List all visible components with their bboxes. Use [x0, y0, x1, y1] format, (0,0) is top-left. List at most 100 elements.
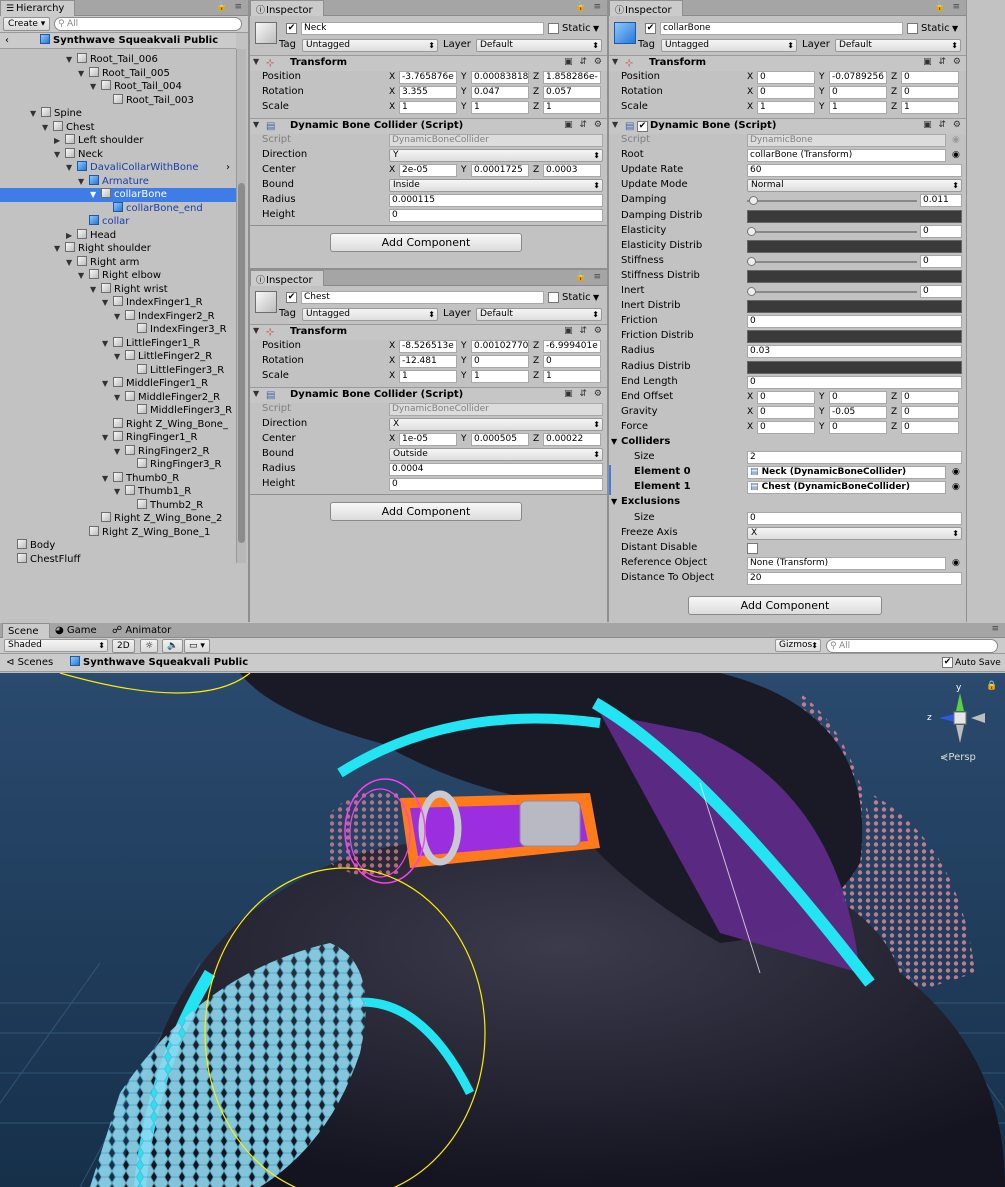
force-row-x-field[interactable]: 0: [757, 420, 815, 434]
elasticity-distrib-row-curve[interactable]: [747, 239, 962, 253]
height-field[interactable]: 0: [389, 209, 603, 222]
center-x-field[interactable]: 1e-05: [399, 433, 457, 446]
hierarchy-item[interactable]: Thumb2_R: [0, 498, 236, 513]
tab-game[interactable]: ◕ Game: [55, 623, 97, 638]
hierarchy-search-input[interactable]: ⚲ All: [54, 17, 242, 31]
foldout-open-icon[interactable]: ▼: [90, 80, 101, 94]
distance-row-field[interactable]: 20: [747, 571, 962, 585]
static-checkbox[interactable]: [548, 23, 559, 34]
exclusions-foldout-label[interactable]: Exclusions: [621, 495, 680, 509]
inert-row-field[interactable]: 0: [920, 285, 962, 298]
active-checkbox[interactable]: ✔: [286, 23, 297, 34]
gravity-row-y-field[interactable]: -0.05: [829, 405, 887, 419]
hierarchy-item[interactable]: Root_Tail_003: [0, 93, 236, 108]
foldout-open-icon[interactable]: ▼: [114, 391, 125, 405]
hierarchy-item[interactable]: ▼ RingFinger1_R: [0, 431, 236, 445]
radius-distrib-row-curve[interactable]: [747, 360, 962, 374]
slider-knob[interactable]: [747, 226, 756, 236]
reference-object-row-object-field[interactable]: None (Transform): [747, 556, 946, 570]
hierarchy-item[interactable]: ▼ Right arm: [0, 255, 236, 270]
transform-header[interactable]: ▼ ⊹ Transform ▣ ⇵ ⚙: [250, 324, 607, 340]
transform-header[interactable]: ▼ ⊹ Transform ▣ ⇵ ⚙: [609, 55, 966, 71]
collider-element-1-object-field[interactable]: ▤ Chest (DynamicBoneCollider): [747, 481, 946, 495]
hierarchy-item[interactable]: Body: [0, 539, 236, 553]
damping-distrib-row-curve[interactable]: [747, 209, 962, 223]
foldout-open-icon[interactable]: ▼: [253, 120, 264, 129]
shading-mode-dropdown[interactable]: Shaded: [4, 639, 108, 652]
rotation-x-field[interactable]: -12.481: [399, 355, 457, 368]
rotation-y-field[interactable]: 0: [829, 86, 887, 99]
bound-dropdown[interactable]: Inside: [389, 179, 603, 192]
end-length-row-field[interactable]: 0: [747, 375, 962, 389]
component-menu-icons[interactable]: ▣ ⇵ ⚙: [923, 57, 963, 67]
foldout-open-icon[interactable]: ▼: [66, 256, 77, 270]
foldout-open-icon[interactable]: ▼: [78, 269, 89, 283]
layer-dropdown[interactable]: Default: [476, 39, 602, 52]
component-menu-icons[interactable]: ▣ ⇵ ⚙: [564, 57, 604, 67]
foldout-closed-icon[interactable]: ▶: [54, 134, 65, 148]
panel-menu-icon[interactable]: 🔒 ≡: [575, 272, 603, 282]
static-dropdown-icon[interactable]: ▼: [593, 291, 599, 305]
create-button[interactable]: Create ▾: [3, 17, 51, 31]
foldout-open-icon[interactable]: ▼: [102, 472, 113, 486]
static-checkbox[interactable]: [548, 292, 559, 303]
active-checkbox[interactable]: ✔: [645, 23, 656, 34]
center-z-field[interactable]: 0.00022: [543, 433, 601, 446]
damping-row-slider[interactable]: [747, 194, 917, 207]
lock-icon[interactable]: 🔒: [986, 679, 997, 693]
hierarchy-item[interactable]: ▼ LittleFinger1_R: [0, 336, 236, 351]
object-picker-icon[interactable]: ◉: [952, 557, 960, 570]
friction-distrib-row-curve[interactable]: [747, 330, 962, 344]
radius-field[interactable]: 0.000115: [389, 194, 603, 207]
object-picker-icon[interactable]: ◉: [952, 481, 960, 494]
layer-dropdown[interactable]: Default: [835, 39, 961, 52]
stiffness-row-slider[interactable]: [747, 255, 917, 268]
foldout-open-icon[interactable]: ▼: [54, 242, 65, 256]
foldout-open-icon[interactable]: ▼: [102, 296, 113, 310]
foldout-open-icon[interactable]: ▼: [102, 431, 113, 445]
add-component-button[interactable]: Add Component: [688, 596, 882, 615]
rotation-y-field[interactable]: 0: [471, 355, 529, 368]
gizmos-dropdown[interactable]: Gizmos: [775, 639, 821, 652]
position-x-field[interactable]: 0: [757, 71, 815, 84]
dynamic-bone-header[interactable]: ▼ ▤ ✔ Dynamic Bone (Script) ▣ ⇵ ⚙: [609, 118, 966, 134]
distant-disable-row-checkbox[interactable]: [747, 542, 758, 554]
end-offset-row-z-field[interactable]: 0: [901, 390, 959, 404]
position-z-field[interactable]: -6.999401e: [543, 340, 601, 353]
position-y-field[interactable]: 0.00083818: [471, 71, 529, 84]
hierarchy-item[interactable]: ▼ Right wrist: [0, 282, 236, 297]
static-dropdown-icon[interactable]: ▼: [952, 22, 958, 36]
autosave-checkbox[interactable]: ✔: [942, 657, 953, 668]
update-rate-row-field[interactable]: 60: [747, 164, 962, 178]
scale-z-field[interactable]: 1: [543, 370, 601, 383]
collider-header[interactable]: ▼ ▤ Dynamic Bone Collider (Script) ▣ ⇵ ⚙: [250, 118, 607, 134]
tag-dropdown[interactable]: Untagged: [302, 39, 438, 52]
root-row-field[interactable]: collarBone (Transform): [747, 149, 946, 163]
foldout-open-icon[interactable]: ▼: [253, 389, 264, 398]
rotation-x-field[interactable]: 3.355: [399, 86, 457, 99]
foldout-open-icon[interactable]: ▼: [78, 175, 89, 189]
scale-x-field[interactable]: 1: [399, 101, 457, 114]
object-name-field[interactable]: Chest: [301, 291, 544, 304]
hierarchy-item[interactable]: ▼ Root_Tail_004: [0, 80, 236, 94]
hierarchy-item[interactable]: ▼ Root_Tail_005: [0, 66, 236, 81]
foldout-open-icon[interactable]: ▼: [102, 337, 113, 351]
hierarchy-item[interactable]: ▶ Left shoulder: [0, 134, 236, 148]
gravity-row-z-field[interactable]: 0: [901, 405, 959, 419]
inert-row-slider[interactable]: [747, 285, 917, 298]
center-x-field[interactable]: 2e-05: [399, 164, 457, 177]
component-menu-icons[interactable]: ▣ ⇵ ⚙: [564, 120, 604, 130]
tag-dropdown[interactable]: Untagged: [661, 39, 797, 52]
foldout-open-icon[interactable]: ▼: [66, 53, 77, 67]
hierarchy-item[interactable]: ▼ collarBone: [0, 188, 236, 202]
stiffness-distrib-row-curve[interactable]: [747, 269, 962, 283]
hierarchy-item[interactable]: ▶ Head: [0, 228, 236, 243]
scale-z-field[interactable]: 1: [901, 101, 959, 114]
hierarchy-tab[interactable]: ☰ Hierarchy: [0, 0, 76, 16]
end-offset-row-y-field[interactable]: 0: [829, 390, 887, 404]
scale-x-field[interactable]: 1: [757, 101, 815, 114]
scale-y-field[interactable]: 1: [829, 101, 887, 114]
direction-dropdown[interactable]: Y: [389, 149, 603, 162]
force-row-y-field[interactable]: 0: [829, 420, 887, 434]
hierarchy-item[interactable]: Right Z_Wing_Bone_: [0, 417, 236, 432]
